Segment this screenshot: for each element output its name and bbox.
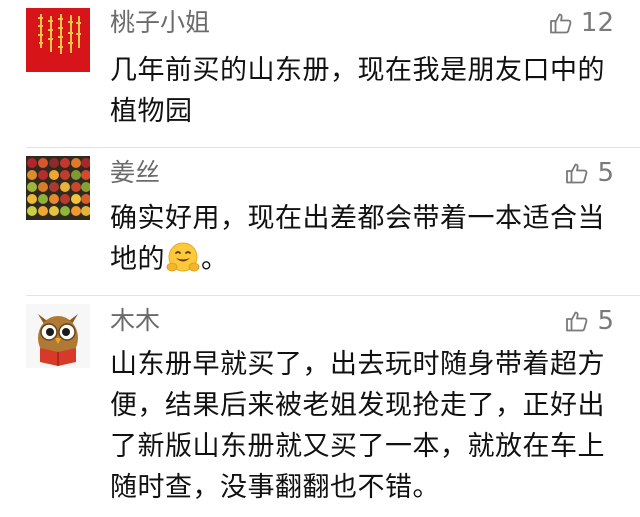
comment-author[interactable]: 木木 bbox=[110, 306, 160, 336]
thumbs-up-icon bbox=[549, 11, 573, 35]
thumbs-up-icon bbox=[565, 309, 589, 333]
divider bbox=[26, 295, 640, 296]
comment-author[interactable]: 桃子小姐 bbox=[110, 8, 210, 38]
comment-item: 木木 5 山东册早就买了，出去玩时随身带着超方便，结果后来被老姐发现抢走了，正好… bbox=[0, 298, 640, 517]
comment-author[interactable]: 姜丝 bbox=[110, 158, 160, 188]
like-count: 5 bbox=[597, 306, 614, 336]
comment-text-part: 。 bbox=[201, 244, 229, 275]
comment-text: 几年前买的山东册，现在我是朋友口中的植物园 bbox=[110, 55, 605, 127]
thumbs-up-icon bbox=[565, 161, 589, 185]
comment-item: 姜丝 5 确实好用，现在出差都会带着一本适合当地的 。 bbox=[0, 150, 640, 295]
owl-reading-book-avatar-icon bbox=[26, 304, 90, 368]
avatar[interactable] bbox=[26, 304, 90, 368]
like-button[interactable]: 12 bbox=[549, 8, 614, 38]
hugging-face-emoji-icon bbox=[166, 241, 200, 275]
like-button[interactable]: 5 bbox=[565, 158, 614, 188]
like-button[interactable]: 5 bbox=[565, 306, 614, 336]
red-calligraphy-avatar-icon bbox=[26, 8, 90, 72]
like-count: 12 bbox=[580, 8, 614, 38]
divider bbox=[26, 147, 640, 148]
comment-text: 山东册早就买了，出去玩时随身带着超方便，结果后来被老姐发现抢走了，正好出了新版山… bbox=[110, 349, 605, 503]
like-count: 5 bbox=[597, 158, 614, 188]
fruit-grid-avatar-icon bbox=[26, 156, 90, 220]
comment-item: 桃子小姐 12 几年前买的山东册，现在我是朋友口中的植物园 bbox=[0, 0, 640, 150]
avatar[interactable] bbox=[26, 156, 90, 220]
avatar[interactable] bbox=[26, 8, 90, 72]
comment-text: 确实好用，现在出差都会带着一本适合当地的 。 bbox=[110, 198, 610, 280]
